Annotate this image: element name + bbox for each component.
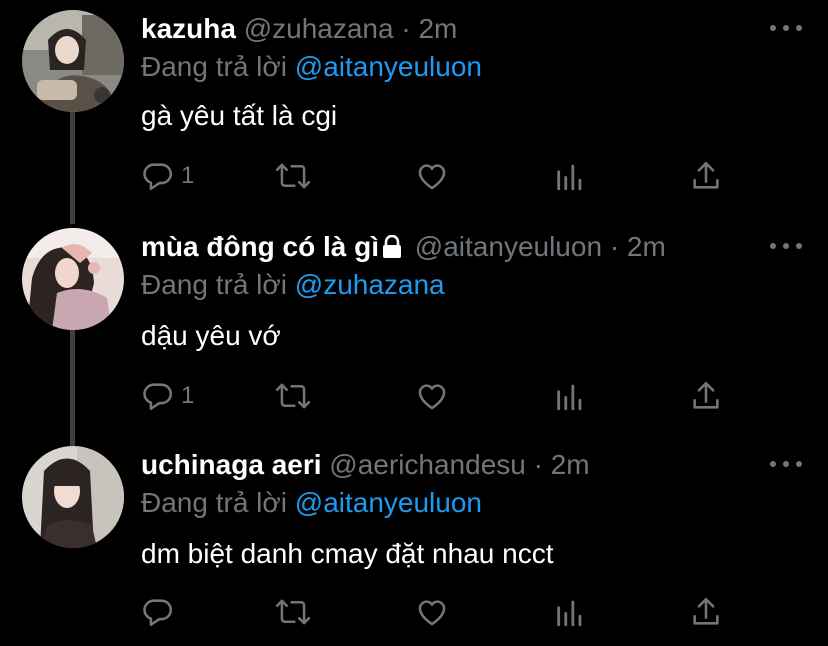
timestamp[interactable]: 2m xyxy=(551,449,590,480)
timestamp[interactable]: 2m xyxy=(418,13,457,44)
action-bar xyxy=(141,594,741,630)
user-handle[interactable]: @zuhazana xyxy=(244,13,394,44)
mention-link[interactable]: @zuhazana xyxy=(295,269,445,300)
lock-icon xyxy=(381,233,403,267)
analytics-icon xyxy=(557,384,582,411)
replying-to: Đang trả lời @aitanyeuluon xyxy=(141,50,482,84)
share-icon xyxy=(693,597,719,625)
replying-to: Đang trả lời @aitanyeuluon xyxy=(141,486,482,520)
analytics-button[interactable] xyxy=(553,158,587,194)
share-icon xyxy=(693,381,719,409)
share-button[interactable] xyxy=(689,158,723,194)
retweet-icon xyxy=(275,383,311,409)
more-icon[interactable] xyxy=(770,456,802,472)
retweet-button[interactable] xyxy=(275,594,311,630)
like-icon xyxy=(418,164,446,190)
share-button[interactable] xyxy=(689,594,723,630)
like-icon xyxy=(418,384,446,410)
reply-count: 1 xyxy=(181,382,195,409)
display-name[interactable]: uchinaga aeri xyxy=(141,449,322,480)
action-bar: 1 xyxy=(141,158,741,194)
separator: · xyxy=(533,449,543,480)
reply-button[interactable]: 1 xyxy=(141,158,194,194)
reply-count: 1 xyxy=(181,162,195,189)
replying-prefix: Đang trả lời xyxy=(141,269,287,300)
avatar[interactable] xyxy=(22,446,124,548)
display-name[interactable]: mùa đông có là gì xyxy=(141,231,379,262)
separator: · xyxy=(401,13,411,44)
like-button[interactable] xyxy=(415,378,449,414)
tweet[interactable]: uchinaga aeri @aerichandesu · 2m Đang tr… xyxy=(0,438,828,646)
avatar[interactable] xyxy=(22,10,124,112)
tweet-header: mùa đông có là gì @aitanyeuluon · 2m xyxy=(141,230,666,267)
replying-prefix: Đang trả lời xyxy=(141,51,287,82)
like-icon xyxy=(418,600,446,626)
share-icon xyxy=(693,161,719,189)
retweet-button[interactable] xyxy=(275,378,311,414)
display-name[interactable]: kazuha xyxy=(141,13,236,44)
reply-button[interactable]: 1 xyxy=(141,378,194,414)
reply-button[interactable] xyxy=(141,594,181,630)
replying-to: Đang trả lời @zuhazana xyxy=(141,268,445,302)
retweet-button[interactable] xyxy=(275,158,311,194)
timestamp[interactable]: 2m xyxy=(627,231,666,262)
analytics-button[interactable] xyxy=(553,594,587,630)
reply-icon xyxy=(143,383,173,411)
replying-prefix: Đang trả lời xyxy=(141,487,287,518)
analytics-button[interactable] xyxy=(553,378,587,414)
analytics-icon xyxy=(557,164,582,191)
tweet-text: dm biệt danh cmay đặt nhau ncct xyxy=(141,538,554,569)
action-bar: 1 xyxy=(141,378,741,414)
tweet[interactable]: kazuha @zuhazana · 2m Đang trả lời @aita… xyxy=(0,0,828,218)
tweet-text: gà yêu tất là cgi xyxy=(141,100,338,131)
like-button[interactable] xyxy=(415,594,449,630)
mention-link[interactable]: @aitanyeuluon xyxy=(295,487,482,518)
user-handle[interactable]: @aitanyeuluon xyxy=(415,231,602,262)
retweet-icon xyxy=(275,163,311,189)
analytics-icon xyxy=(557,600,582,627)
tweet-header: uchinaga aeri @aerichandesu · 2m xyxy=(141,448,590,482)
like-button[interactable] xyxy=(415,158,449,194)
more-icon[interactable] xyxy=(770,20,802,36)
tweet-header: kazuha @zuhazana · 2m xyxy=(141,12,457,46)
more-icon[interactable] xyxy=(770,238,802,254)
mention-link[interactable]: @aitanyeuluon xyxy=(295,51,482,82)
avatar[interactable] xyxy=(22,228,124,330)
reply-icon xyxy=(143,599,173,627)
tweet[interactable]: mùa đông có là gì @aitanyeuluon · 2m Đan… xyxy=(0,218,828,438)
reply-icon xyxy=(143,163,173,191)
tweet-text: dậu yêu vớ xyxy=(141,320,281,351)
user-handle[interactable]: @aerichandesu xyxy=(329,449,526,480)
share-button[interactable] xyxy=(689,378,723,414)
separator: · xyxy=(609,231,620,262)
retweet-icon xyxy=(275,599,311,625)
